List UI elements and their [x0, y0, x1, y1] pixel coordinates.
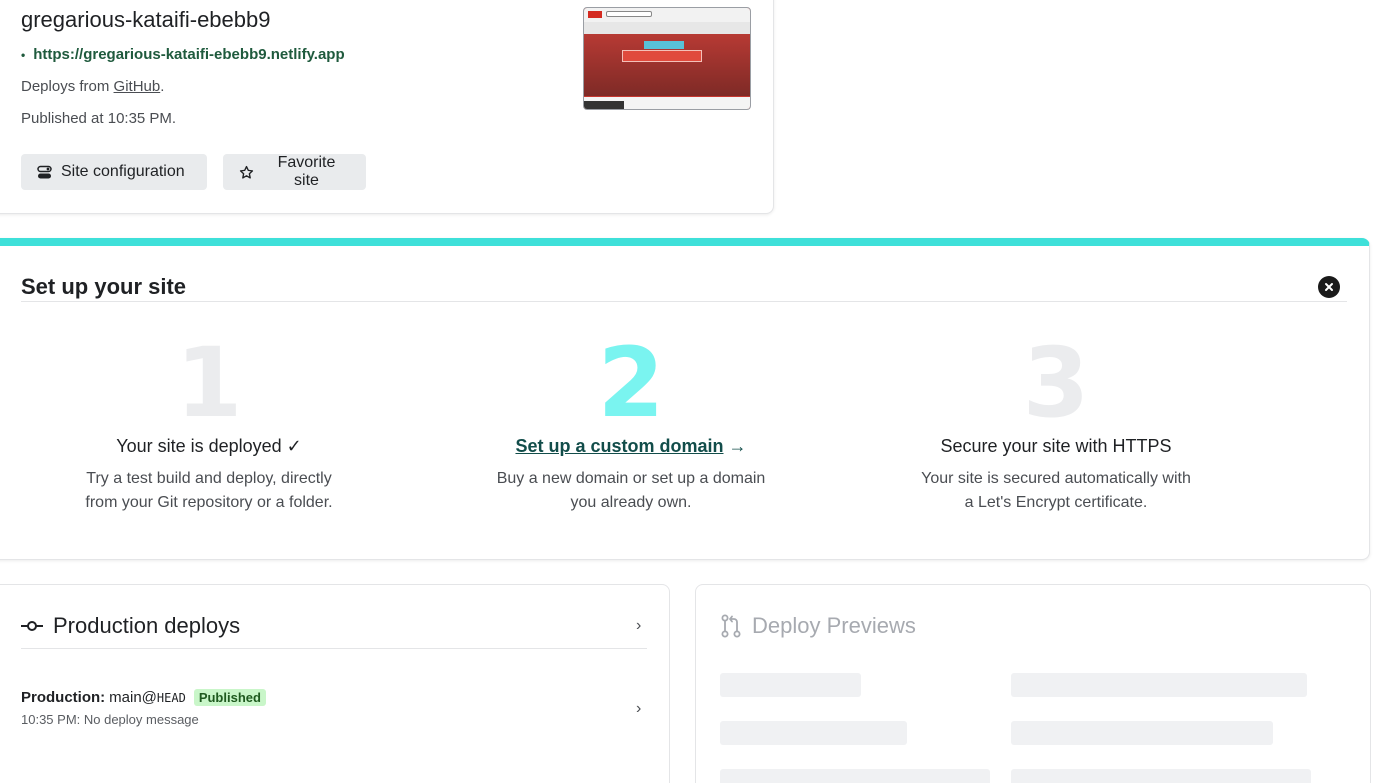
- chevron-right-icon[interactable]: ›: [636, 700, 641, 718]
- star-icon: [239, 165, 254, 179]
- loading-skeleton: [1011, 769, 1311, 783]
- step-title: Set up a custom domain →: [421, 436, 841, 457]
- production-deploys-card: Production deploys › Production: main@HE…: [0, 584, 670, 783]
- step-title: Secure your site with HTTPS: [940, 436, 1172, 456]
- deploy-summary: Production: main@HEAD Published: [21, 689, 647, 706]
- deploy-list-item[interactable]: Production: main@HEAD Published 10:35 PM…: [21, 689, 647, 739]
- close-setup-button[interactable]: [1318, 276, 1340, 298]
- site-configuration-button[interactable]: Site configuration: [21, 154, 207, 190]
- step-description: Your site is secured automatically with …: [921, 470, 1191, 511]
- production-deploys-title: Production deploys: [53, 613, 241, 638]
- deploys-from-prefix: Deploys from: [21, 78, 114, 95]
- published-badge: Published: [193, 689, 266, 706]
- deploy-previews-title: Deploy Previews: [752, 613, 916, 638]
- git-pull-request-icon: [721, 614, 741, 638]
- step-description: Buy a new domain or set up a domain you …: [496, 470, 766, 511]
- step-custom-domain: 2 Set up a custom domain → Buy a new dom…: [421, 327, 841, 515]
- chevron-right-icon[interactable]: ›: [636, 617, 641, 635]
- github-link[interactable]: GitHub: [114, 78, 161, 95]
- step-description: Try a test build and deploy, directly fr…: [85, 470, 333, 511]
- published-at: Published at 10:35 PM.: [21, 110, 177, 127]
- deploy-previews-card: Deploy Previews: [695, 584, 1371, 783]
- loading-skeleton: [1011, 673, 1307, 697]
- setup-title: Set up your site: [21, 274, 187, 299]
- favorite-site-label: Favorite site: [277, 154, 336, 189]
- toggle-icon: [37, 165, 52, 178]
- deploys-from-suffix: .: [160, 78, 165, 95]
- thumbnail-logo: [588, 11, 602, 18]
- step-https: 3 Secure your site with HTTPS Your site …: [846, 327, 1266, 515]
- divider: [21, 648, 647, 649]
- setup-site-card: Set up your site 1 Your site is deployed…: [0, 238, 1370, 560]
- production-deploys-header[interactable]: Production deploys: [21, 613, 240, 639]
- loading-skeleton: [720, 769, 990, 783]
- close-circle-icon: [1325, 283, 1333, 291]
- site-url-row: • https://gregarious-kataifi-ebebb9.netl…: [21, 46, 345, 63]
- favorite-site-button[interactable]: Favorite site: [223, 154, 366, 190]
- deploy-context-label: Production:: [21, 689, 106, 706]
- site-name: gregarious-kataifi-ebebb9: [21, 7, 271, 32]
- site-url-link[interactable]: https://gregarious-kataifi-ebebb9.netlif…: [33, 46, 344, 63]
- step-number: 2: [597, 327, 665, 439]
- deploy-time-message: 10:35 PM: No deploy message: [21, 712, 199, 727]
- divider: [21, 301, 1347, 302]
- deploys-from-text: Deploys from GitHub.: [21, 78, 164, 95]
- site-preview-thumbnail[interactable]: [583, 7, 751, 110]
- arrow-right-icon: →: [728, 436, 747, 456]
- step-title: Your site is deployed ✓: [116, 436, 302, 456]
- bullet-icon: •: [21, 47, 26, 62]
- deploy-previews-header: Deploy Previews: [720, 613, 916, 639]
- loading-skeleton: [720, 673, 861, 697]
- git-commit-icon: [21, 621, 43, 631]
- loading-skeleton: [720, 721, 907, 745]
- step-number: 3: [1022, 327, 1090, 439]
- step-number: 1: [175, 327, 243, 439]
- site-overview-card: gregarious-kataifi-ebebb9 • https://greg…: [0, 0, 774, 214]
- site-configuration-label: Site configuration: [61, 163, 185, 180]
- deploy-branch: main@HEAD: [109, 689, 186, 706]
- step-deployed: 1 Your site is deployed ✓ Try a test bui…: [0, 327, 419, 515]
- loading-skeleton: [1011, 721, 1273, 745]
- custom-domain-link[interactable]: Set up a custom domain: [515, 436, 723, 456]
